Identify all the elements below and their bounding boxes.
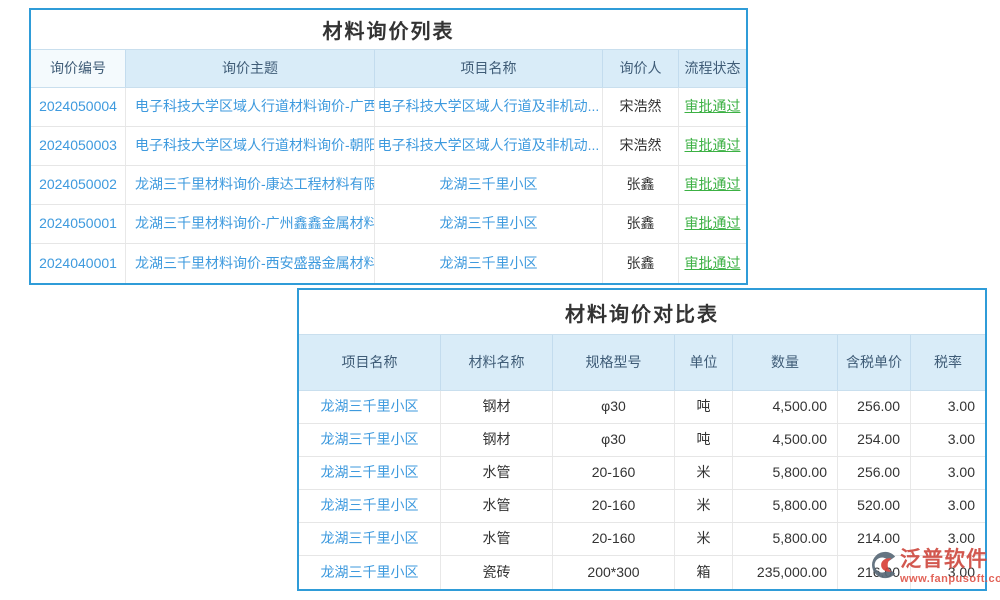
inquiry-no-link[interactable]: 2024050003 xyxy=(31,127,126,165)
inquiry-no-link[interactable]: 2024040001 xyxy=(31,244,126,283)
material-name: 瓷砖 xyxy=(441,556,553,589)
project-name-link[interactable]: 电子科技大学区域人行道及非机动... xyxy=(375,88,603,126)
comparison-table: 材料询价对比表 项目名称 材料名称 规格型号 单位 数量 含税单价 税率 龙湖三… xyxy=(297,288,987,591)
fanpu-logo-icon xyxy=(868,547,898,583)
col-header-inquiry-person: 询价人 xyxy=(603,50,679,87)
project-name-link[interactable]: 龙湖三千里小区 xyxy=(375,244,603,283)
status-approved-link[interactable]: 审批通过 xyxy=(679,244,746,283)
watermark-url: www.fanpusoft.com xyxy=(900,573,1000,585)
col-header-spec-model: 规格型号 xyxy=(553,335,675,390)
material-name: 水管 xyxy=(441,523,553,555)
table-row: 2024050004电子科技大学区域人行道材料询价-广西...电子科技大学区域人… xyxy=(31,88,746,127)
inquiry-list-title: 材料询价列表 xyxy=(31,10,746,50)
inquiry-person: 宋浩然 xyxy=(603,127,679,165)
quantity: 5,800.00 xyxy=(733,457,838,489)
tax-rate: 3.00 xyxy=(911,391,985,423)
status-approved-link[interactable]: 审批通过 xyxy=(679,127,746,165)
quantity: 235,000.00 xyxy=(733,556,838,589)
col-header-unit: 单位 xyxy=(675,335,733,390)
col-header-project-name: 项目名称 xyxy=(299,335,441,390)
project-name-link[interactable]: 龙湖三千里小区 xyxy=(299,556,441,589)
quantity: 5,800.00 xyxy=(733,523,838,555)
quantity: 4,500.00 xyxy=(733,391,838,423)
tax-inclusive-price: 256.00 xyxy=(838,457,911,489)
inquiry-no-link[interactable]: 2024050004 xyxy=(31,88,126,126)
tax-rate: 3.00 xyxy=(911,457,985,489)
comparison-title: 材料询价对比表 xyxy=(299,290,985,335)
table-row: 龙湖三千里小区水管20-160米5,800.00520.003.00 xyxy=(299,490,985,523)
tax-inclusive-price: 254.00 xyxy=(838,424,911,456)
spec-model: 20-160 xyxy=(553,457,675,489)
table-row: 2024050001龙湖三千里材料询价-广州鑫鑫金属材料...龙湖三千里小区张鑫… xyxy=(31,205,746,244)
spec-model: 20-160 xyxy=(553,523,675,555)
col-header-quantity: 数量 xyxy=(733,335,838,390)
watermark-text: 泛普软件 www.fanpusoft.com xyxy=(900,547,1000,585)
col-header-inquiry-no: 询价编号 xyxy=(31,50,126,87)
table-row: 2024040001龙湖三千里材料询价-西安盛器金属材料...龙湖三千里小区张鑫… xyxy=(31,244,746,283)
material-name: 水管 xyxy=(441,457,553,489)
col-header-project-name: 项目名称 xyxy=(375,50,603,87)
project-name-link[interactable]: 龙湖三千里小区 xyxy=(299,523,441,555)
inquiry-no-link[interactable]: 2024050001 xyxy=(31,205,126,243)
spec-model: 200*300 xyxy=(553,556,675,589)
unit: 米 xyxy=(675,490,733,522)
comparison-header: 项目名称 材料名称 规格型号 单位 数量 含税单价 税率 xyxy=(299,335,985,391)
tax-inclusive-price: 256.00 xyxy=(838,391,911,423)
inquiry-topic-link[interactable]: 龙湖三千里材料询价-广州鑫鑫金属材料... xyxy=(126,205,375,243)
spec-model: φ30 xyxy=(553,424,675,456)
quantity: 5,800.00 xyxy=(733,490,838,522)
col-header-material-name: 材料名称 xyxy=(441,335,553,390)
fanpu-watermark: 泛普软件 www.fanpusoft.com xyxy=(868,547,1000,585)
unit: 吨 xyxy=(675,424,733,456)
table-row: 2024050003电子科技大学区域人行道材料询价-朝阳...电子科技大学区域人… xyxy=(31,127,746,166)
inquiry-person: 张鑫 xyxy=(603,166,679,204)
col-header-flow-status: 流程状态 xyxy=(679,50,746,87)
project-name-link[interactable]: 龙湖三千里小区 xyxy=(299,490,441,522)
tax-inclusive-price: 520.00 xyxy=(838,490,911,522)
material-name: 钢材 xyxy=(441,424,553,456)
project-name-link[interactable]: 龙湖三千里小区 xyxy=(299,457,441,489)
spec-model: φ30 xyxy=(553,391,675,423)
project-name-link[interactable]: 龙湖三千里小区 xyxy=(375,205,603,243)
quantity: 4,500.00 xyxy=(733,424,838,456)
status-approved-link[interactable]: 审批通过 xyxy=(679,166,746,204)
material-name: 钢材 xyxy=(441,391,553,423)
material-name: 水管 xyxy=(441,490,553,522)
status-approved-link[interactable]: 审批通过 xyxy=(679,88,746,126)
inquiry-topic-link[interactable]: 龙湖三千里材料询价-康达工程材料有限... xyxy=(126,166,375,204)
col-header-tax-price: 含税单价 xyxy=(838,335,911,390)
inquiry-topic-link[interactable]: 龙湖三千里材料询价-西安盛器金属材料... xyxy=(126,244,375,283)
inquiry-person: 张鑫 xyxy=(603,244,679,283)
tax-rate: 3.00 xyxy=(911,424,985,456)
unit: 吨 xyxy=(675,391,733,423)
col-header-inquiry-topic: 询价主题 xyxy=(126,50,375,87)
project-name-link[interactable]: 龙湖三千里小区 xyxy=(375,166,603,204)
inquiry-list-header: 询价编号 询价主题 项目名称 询价人 流程状态 xyxy=(31,50,746,88)
unit: 箱 xyxy=(675,556,733,589)
table-row: 2024050002龙湖三千里材料询价-康达工程材料有限...龙湖三千里小区张鑫… xyxy=(31,166,746,205)
unit: 米 xyxy=(675,523,733,555)
project-name-link[interactable]: 龙湖三千里小区 xyxy=(299,424,441,456)
inquiry-list-body: 2024050004电子科技大学区域人行道材料询价-广西...电子科技大学区域人… xyxy=(31,88,746,283)
unit: 米 xyxy=(675,457,733,489)
inquiry-person: 宋浩然 xyxy=(603,88,679,126)
table-row: 龙湖三千里小区水管20-160米5,800.00256.003.00 xyxy=(299,457,985,490)
project-name-link[interactable]: 电子科技大学区域人行道及非机动... xyxy=(375,127,603,165)
status-approved-link[interactable]: 审批通过 xyxy=(679,205,746,243)
col-header-tax-rate: 税率 xyxy=(911,335,985,390)
project-name-link[interactable]: 龙湖三千里小区 xyxy=(299,391,441,423)
tax-rate: 3.00 xyxy=(911,490,985,522)
table-row: 龙湖三千里小区钢材φ30吨4,500.00256.003.00 xyxy=(299,391,985,424)
inquiry-topic-link[interactable]: 电子科技大学区域人行道材料询价-广西... xyxy=(126,88,375,126)
inquiry-topic-link[interactable]: 电子科技大学区域人行道材料询价-朝阳... xyxy=(126,127,375,165)
inquiry-list-table: 材料询价列表 询价编号 询价主题 项目名称 询价人 流程状态 202405000… xyxy=(29,8,748,285)
watermark-brand: 泛普软件 xyxy=(900,547,1000,573)
spec-model: 20-160 xyxy=(553,490,675,522)
inquiry-person: 张鑫 xyxy=(603,205,679,243)
inquiry-no-link[interactable]: 2024050002 xyxy=(31,166,126,204)
table-row: 龙湖三千里小区钢材φ30吨4,500.00254.003.00 xyxy=(299,424,985,457)
